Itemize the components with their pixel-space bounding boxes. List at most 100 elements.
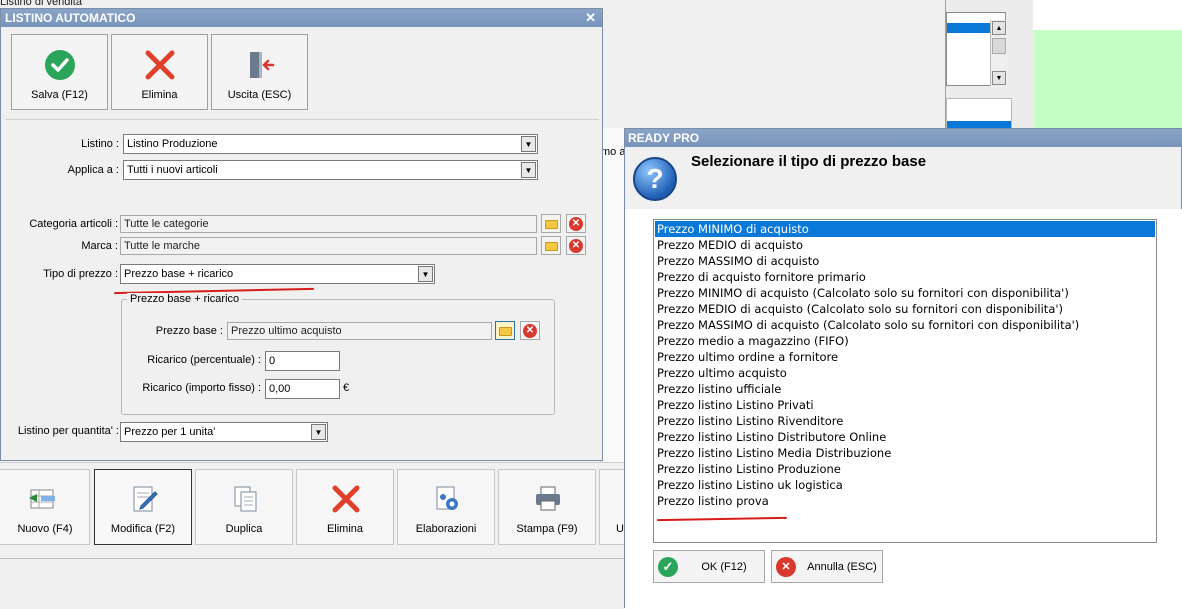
- close-icon[interactable]: ✕: [585, 10, 596, 26]
- toolbar-button-label: Nuovo (F4): [17, 523, 73, 535]
- listbox-option[interactable]: Prezzo listino ufficiale: [655, 381, 1155, 397]
- categoria-label: Categoria articoli :: [29, 218, 118, 230]
- listbox-option[interactable]: Prezzo MASSIMO di acquisto: [655, 253, 1155, 269]
- elimina-button[interactable]: Elimina: [111, 34, 208, 110]
- prezzo-base-listbox[interactable]: Prezzo MINIMO di acquisto Prezzo MEDIO di…: [653, 219, 1157, 543]
- elimina-toolbar-button[interactable]: Elimina: [296, 469, 394, 545]
- clear-icon: ✕: [569, 217, 583, 231]
- elimina-label: Elimina: [141, 89, 178, 101]
- listbox-option[interactable]: Prezzo di acquisto fornitore primario: [655, 269, 1155, 285]
- listino-label: Listino :: [81, 138, 119, 150]
- listbox-option[interactable]: Prezzo MEDIO di acquisto (Calcolato solo…: [655, 301, 1155, 317]
- listino-automatico-dialog: LISTINO AUTOMATICO ✕ Salva (F12) Elimina…: [0, 8, 603, 461]
- background-partial-label: mo a: [601, 146, 626, 158]
- uscita-button[interactable]: Uscita (ESC): [211, 34, 308, 110]
- listbox-option[interactable]: Prezzo MASSIMO di acquisto (Calcolato so…: [655, 317, 1155, 333]
- exit-door-icon: [250, 52, 275, 78]
- listbox-option[interactable]: Prezzo listino Listino Distributore Onli…: [655, 429, 1155, 445]
- cancel-x-icon: ✕: [776, 557, 796, 577]
- marca-label: Marca :: [81, 240, 118, 252]
- scroll-down-icon[interactable]: ▼: [992, 71, 1006, 85]
- chevron-down-icon[interactable]: ▼: [521, 162, 536, 178]
- scroll-thumb[interactable]: [992, 38, 1006, 54]
- prezzo-base-browse-button[interactable]: [495, 321, 515, 340]
- uscita-label: Uscita (ESC): [227, 89, 292, 101]
- quantita-select[interactable]: Prezzo per 1 unita' ▼: [120, 422, 328, 442]
- chevron-down-icon[interactable]: ▼: [521, 136, 536, 152]
- categoria-clear-button[interactable]: ✕: [566, 214, 586, 233]
- clear-icon: ✕: [569, 239, 583, 253]
- applica-label: Applica a :: [67, 164, 119, 176]
- listbox-option[interactable]: Prezzo listino Listino Rivenditore: [655, 413, 1155, 429]
- prezzo-base-clear-button[interactable]: ✕: [520, 321, 540, 340]
- background-white-area: [1032, 0, 1182, 30]
- ricarico-perc-input[interactable]: 0: [265, 351, 340, 371]
- ready-pro-dialog: READY PRO ? Selezionare il tipo di prezz…: [624, 128, 1182, 609]
- duplica-button[interactable]: Duplica: [195, 469, 293, 545]
- checkmark-icon: ✓: [658, 557, 678, 577]
- nuovo-button[interactable]: Nuovo (F4): [0, 469, 90, 545]
- chevron-down-icon[interactable]: ▼: [418, 266, 433, 282]
- toolbar-button-label: Duplica: [225, 523, 263, 535]
- folder-icon: [545, 220, 558, 229]
- tipo-prezzo-select[interactable]: Prezzo base + ricarico ▼: [120, 264, 435, 284]
- salva-button[interactable]: Salva (F12): [11, 34, 108, 110]
- listbox-option[interactable]: Prezzo MINIMO di acquisto: [655, 221, 1155, 237]
- dialog-title: LISTINO AUTOMATICO: [5, 11, 136, 25]
- checkmark-icon: [45, 50, 75, 80]
- listbox-option[interactable]: Prezzo listino prova: [655, 493, 1155, 509]
- applica-select[interactable]: Tutti i nuovi articoli ▼: [123, 160, 538, 180]
- quantita-label: Listino per quantita' :: [17, 425, 119, 437]
- ok-label: OK (F12): [701, 561, 747, 573]
- listbox-option[interactable]: Prezzo ultimo acquisto: [655, 365, 1155, 381]
- marca-clear-button[interactable]: ✕: [566, 236, 586, 255]
- ricarico-perc-label: Ricarico (percentuale) :: [147, 354, 261, 366]
- currency-symbol: €: [343, 382, 350, 394]
- scroll-up-icon[interactable]: ▲: [992, 21, 1006, 35]
- folder-icon: [499, 327, 512, 336]
- background-list-2[interactable]: [946, 98, 1012, 129]
- background-green-panel: [1032, 30, 1182, 128]
- ok-button[interactable]: ✓ OK (F12): [653, 550, 765, 583]
- stampa-button[interactable]: Stampa (F9): [498, 469, 596, 545]
- main-toolbar: Nuovo (F4) Modifica (F2) Duplica Elimina…: [0, 462, 629, 558]
- categoria-field: Tutte le categorie: [120, 215, 537, 233]
- delete-x-icon: [145, 50, 175, 80]
- listbox-option[interactable]: Prezzo ultimo ordine a fornitore: [655, 349, 1155, 365]
- modifica-button[interactable]: Modifica (F2): [94, 469, 192, 545]
- elaborazioni-button[interactable]: Elaborazioni: [397, 469, 495, 545]
- listbox-option[interactable]: Prezzo listino Listino Privati: [655, 397, 1155, 413]
- process-gear-icon: [436, 486, 458, 510]
- marca-field: Tutte le marche: [120, 237, 537, 255]
- listbox-option[interactable]: Prezzo listino Listino Produzione: [655, 461, 1155, 477]
- group-title: Prezzo base + ricarico: [127, 293, 243, 305]
- listbox-option[interactable]: Prezzo listino Listino uk logistica: [655, 477, 1155, 493]
- listbox-option[interactable]: Prezzo listino Listino Media Distribuzio…: [655, 445, 1155, 461]
- new-list-icon: [29, 489, 55, 509]
- background-scrollbar[interactable]: ▲ ▼: [990, 20, 1007, 86]
- chevron-down-icon[interactable]: ▼: [311, 424, 326, 440]
- categoria-browse-button[interactable]: [541, 214, 561, 233]
- dialog-heading: Selezionare il tipo di prezzo base: [691, 153, 927, 170]
- listino-value: Listino Produzione: [127, 138, 218, 150]
- question-icon: ?: [633, 157, 677, 201]
- applica-value: Tutti i nuovi articoli: [127, 164, 218, 176]
- listbox-option[interactable]: Prezzo MEDIO di acquisto: [655, 237, 1155, 253]
- edit-icon: [133, 486, 158, 512]
- toolbar-button-label: Elimina: [326, 523, 364, 535]
- toolbar-button-label: Elaborazioni: [415, 523, 477, 535]
- listino-select[interactable]: Listino Produzione ▼: [123, 134, 538, 154]
- ricarico-fisso-label: Ricarico (importo fisso) :: [142, 382, 261, 394]
- listbox-option[interactable]: Prezzo MINIMO di acquisto (Calcolato sol…: [655, 285, 1155, 301]
- annulla-label: Annulla (ESC): [807, 561, 877, 573]
- tipo-prezzo-label: Tipo di prezzo :: [43, 268, 118, 280]
- marca-browse-button[interactable]: [541, 236, 561, 255]
- tipo-prezzo-value: Prezzo base + ricarico: [124, 268, 234, 280]
- folder-icon: [545, 242, 558, 251]
- prezzo-base-field: Prezzo ultimo acquisto: [227, 322, 492, 340]
- annulla-button[interactable]: ✕ Annulla (ESC): [771, 550, 883, 583]
- delete-x-icon: [332, 485, 360, 513]
- ricarico-fisso-input[interactable]: 0,00: [265, 379, 340, 399]
- listbox-option[interactable]: Prezzo medio a magazzino (FIFO): [655, 333, 1155, 349]
- divider: [5, 119, 599, 120]
